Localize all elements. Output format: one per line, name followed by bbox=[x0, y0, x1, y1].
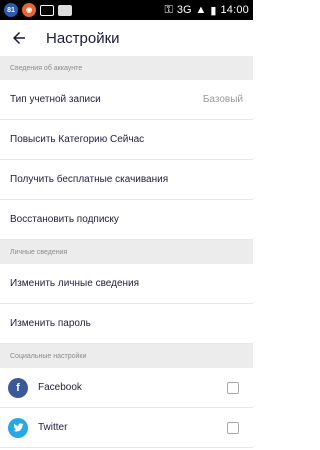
status-bar: 81 ◉ ⚿ 3G ▲ ▮ 14:00 bbox=[0, 0, 253, 20]
facebook-label: Facebook bbox=[38, 382, 82, 393]
edit-personal-label: Изменить личные сведения bbox=[10, 278, 140, 289]
message-notification-icon bbox=[58, 4, 72, 16]
facebook-icon: f bbox=[8, 377, 28, 398]
clock: 14:00 bbox=[220, 4, 249, 16]
section-header-social: Социальные настройки bbox=[0, 344, 253, 368]
twitter-checkbox[interactable] bbox=[227, 421, 239, 434]
account-type-row[interactable]: Тип учетной записи Базовый bbox=[0, 80, 253, 120]
notification-badge-icon: 81 bbox=[4, 3, 18, 17]
facebook-row[interactable]: f Facebook bbox=[0, 368, 253, 408]
section-header-personal: Личные сведения bbox=[0, 240, 253, 264]
app-bar: Настройки bbox=[0, 20, 253, 56]
edit-personal-row[interactable]: Изменить личные сведения bbox=[0, 264, 253, 304]
key-icon: ⚿ bbox=[164, 3, 173, 16]
change-password-row[interactable]: Изменить пароль bbox=[0, 304, 253, 344]
app-notification-icon: ◉ bbox=[22, 3, 36, 17]
account-type-label: Тип учетной записи bbox=[10, 94, 101, 105]
change-password-label: Изменить пароль bbox=[10, 318, 91, 329]
upgrade-label: Повысить Категорию Сейчас bbox=[10, 134, 145, 145]
battery-icon: ▮ bbox=[210, 4, 217, 17]
twitter-row[interactable]: Twitter bbox=[0, 408, 253, 448]
twitter-icon bbox=[8, 417, 28, 438]
free-downloads-label: Получить бесплатные скачивания bbox=[10, 174, 169, 185]
free-downloads-row[interactable]: Получить бесплатные скачивания bbox=[0, 160, 253, 200]
restore-subscription-row[interactable]: Восстановить подписку bbox=[0, 200, 253, 240]
video-notification-icon bbox=[40, 4, 54, 16]
restore-subscription-label: Восстановить подписку bbox=[10, 214, 119, 225]
facebook-checkbox[interactable] bbox=[227, 381, 239, 394]
upgrade-row[interactable]: Повысить Категорию Сейчас bbox=[0, 120, 253, 160]
signal-icon: ▲ bbox=[195, 4, 207, 16]
account-type-value: Базовый bbox=[202, 94, 243, 105]
network-type: 3G bbox=[176, 4, 192, 16]
back-arrow-icon[interactable] bbox=[8, 27, 30, 49]
section-header-account: Сведения об аккаунте bbox=[0, 56, 253, 80]
page-title: Настройки bbox=[46, 29, 120, 47]
twitter-label: Twitter bbox=[38, 422, 68, 433]
